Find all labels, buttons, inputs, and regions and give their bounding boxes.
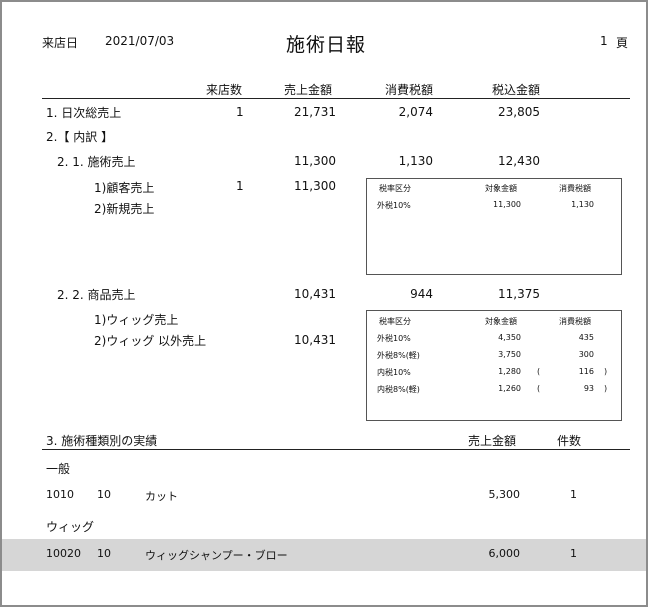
group-name: 一般 xyxy=(46,462,71,476)
summary-visitors: 1 xyxy=(236,105,244,119)
tax-row-paren-close: ) xyxy=(604,367,608,376)
section3-rule xyxy=(42,449,630,450)
tax-box-header-category: 税率区分 xyxy=(379,184,411,193)
col-visitors: 来店数 xyxy=(206,83,243,97)
treatment-tax: 1,130 xyxy=(398,154,433,168)
tax-row-amount: 3,750 xyxy=(498,350,521,359)
tax-row-amount: 1,280 xyxy=(498,367,521,376)
item-count: 1 xyxy=(570,488,577,501)
summary-tax: 2,074 xyxy=(398,105,433,119)
treatment-sales: 11,300 xyxy=(294,154,336,168)
tax-row-tax: 116 xyxy=(578,367,594,376)
item-sub-code: 10 xyxy=(97,547,111,560)
treatment-taxed: 12,430 xyxy=(498,154,540,168)
tax-row-amount: 11,300 xyxy=(493,200,521,209)
summary-sales: 21,731 xyxy=(294,105,336,119)
tax-row-category: 外税10% xyxy=(377,334,411,343)
product-sub1-label: 1)ウィッグ売上 xyxy=(94,313,179,327)
tax-row-category: 内税10% xyxy=(377,368,411,377)
treatment-label: 2. 1. 施術売上 xyxy=(57,155,136,169)
item-sales: 6,000 xyxy=(488,547,521,560)
report-page: 来店日 2021/07/03 施術日報 1 頁 来店数 売上金額 消費税額 税込… xyxy=(0,0,648,607)
visit-date-label: 来店日 xyxy=(42,36,79,50)
tax-box-header-amount: 対象金額 xyxy=(485,317,517,326)
tax-row-tax: 300 xyxy=(578,350,594,359)
product-sub2-sales: 10,431 xyxy=(294,333,336,347)
treatment-sub1-visitors: 1 xyxy=(236,179,244,193)
item-sub-code: 10 xyxy=(97,488,111,501)
tax-box-header-amount: 対象金額 xyxy=(485,184,517,193)
tax-row-category: 外税10% xyxy=(377,201,411,210)
tax-row-paren-open: ( xyxy=(537,367,541,376)
col-taxed: 税込金額 xyxy=(492,83,541,97)
tax-row-category: 内税8%(軽) xyxy=(377,385,420,394)
product-tax: 944 xyxy=(410,287,433,301)
item-name: カット xyxy=(145,490,178,503)
item-sales: 5,300 xyxy=(488,488,521,501)
section3-label: 3. 施術種類別の実績 xyxy=(46,434,158,448)
header-rule xyxy=(42,98,630,99)
section3-col-sales: 売上金額 xyxy=(468,434,517,448)
treatment-sub1-label: 1)顧客売上 xyxy=(94,181,155,195)
summary-label: 1. 日次総売上 xyxy=(46,106,122,120)
product-sales: 10,431 xyxy=(294,287,336,301)
item-code: 10020 xyxy=(46,547,81,560)
tax-row-amount: 4,350 xyxy=(498,333,521,342)
tax-row-tax: 1,130 xyxy=(571,200,594,209)
product-taxed: 11,375 xyxy=(498,287,540,301)
tax-row-amount: 1,260 xyxy=(498,384,521,393)
group-name: ウィッグ xyxy=(46,520,95,534)
product-label: 2. 2. 商品売上 xyxy=(57,288,136,302)
item-code: 1010 xyxy=(46,488,74,501)
treatment-sub2-label: 2)新規売上 xyxy=(94,202,155,216)
visit-date: 2021/07/03 xyxy=(105,34,175,48)
product-tax-box: 税率区分 対象金額 消費税額 外税10% 4,350 435 外税8%(軽) 3… xyxy=(366,310,622,421)
tax-box-header-tax: 消費税額 xyxy=(559,317,591,326)
treatment-sub1-sales: 11,300 xyxy=(294,179,336,193)
breakdown-label: 2.【 内訳 】 xyxy=(46,130,114,144)
tax-row-paren-open: ( xyxy=(537,384,541,393)
tax-box-header-tax: 消費税額 xyxy=(559,184,591,193)
tax-row-paren-close: ) xyxy=(604,384,608,393)
tax-row-category: 外税8%(軽) xyxy=(377,351,420,360)
col-sales: 売上金額 xyxy=(284,83,333,97)
page-title: 施術日報 xyxy=(286,34,367,56)
tax-row-tax: 93 xyxy=(583,384,594,393)
summary-taxed: 23,805 xyxy=(498,105,540,119)
item-name: ウィッグシャンプー・ブロー xyxy=(145,549,288,562)
tax-row-tax: 435 xyxy=(578,333,594,342)
tax-box-header-category: 税率区分 xyxy=(379,317,411,326)
product-sub2-label: 2)ウィッグ 以外売上 xyxy=(94,334,207,348)
treatment-tax-box: 税率区分 対象金額 消費税額 外税10% 11,300 1,130 xyxy=(366,178,622,275)
page-number: 1 xyxy=(600,34,608,48)
item-count: 1 xyxy=(570,547,577,560)
page-unit: 頁 xyxy=(616,36,629,50)
section3-col-count: 件数 xyxy=(557,434,582,448)
col-tax: 消費税額 xyxy=(385,83,434,97)
